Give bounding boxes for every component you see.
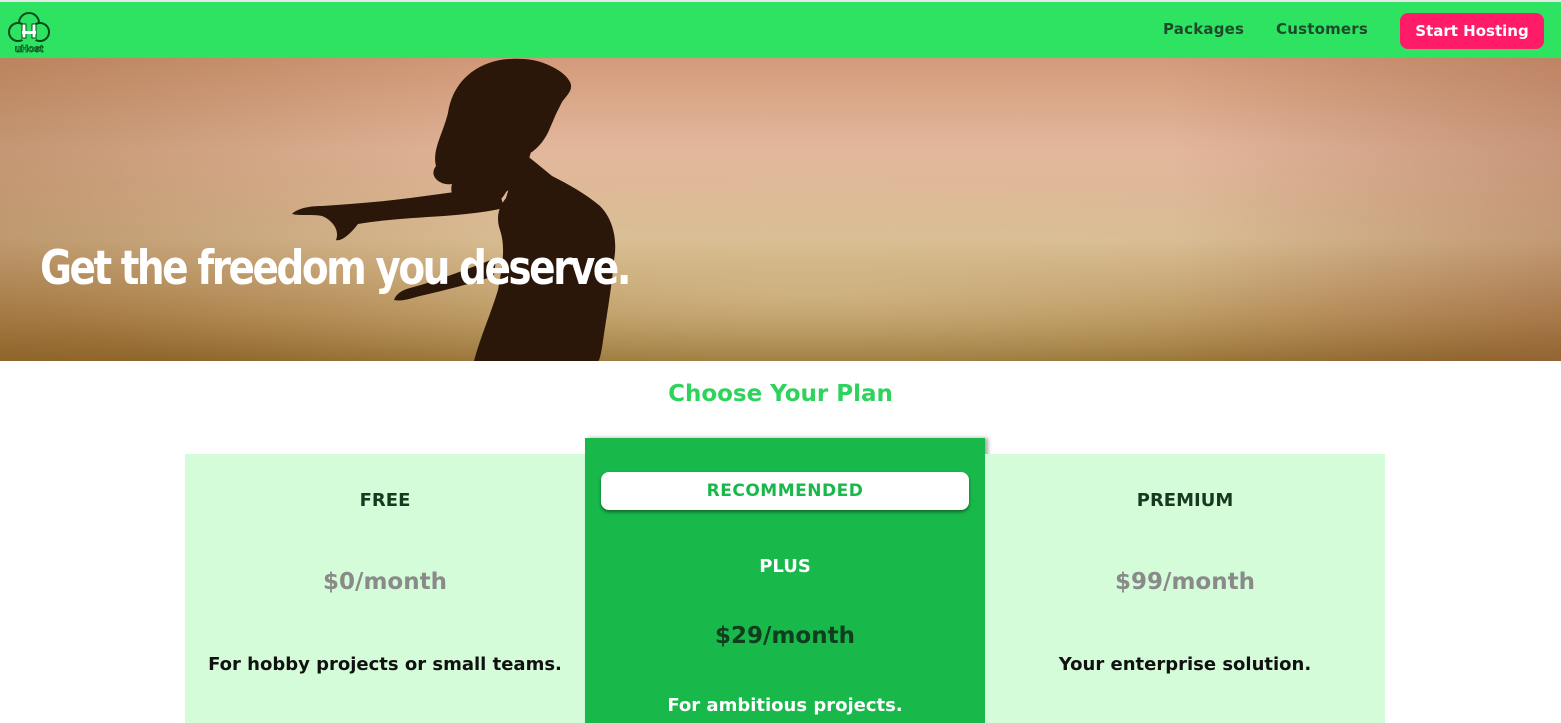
hero-title: Get the freedom you deserve. — [40, 241, 632, 296]
plans-heading: Choose Your Plan — [668, 381, 893, 407]
recommended-badge: RECOMMENDED — [601, 472, 969, 510]
plan-description: Your enterprise solution. — [1058, 654, 1312, 675]
plan-name: PLUS — [759, 556, 811, 577]
hero-banner: Get the freedom you deserve. — [0, 58, 1561, 361]
plan-description: For hobby projects or small teams. — [208, 654, 562, 675]
plan-name: FREE — [359, 490, 411, 511]
uhost-logo[interactable]: uHost — [7, 10, 51, 55]
plan-price: $29/month — [715, 623, 855, 649]
plan-price: $99/month — [1115, 569, 1255, 595]
tree-logo-icon: uHost — [8, 12, 50, 55]
nav-customers-link[interactable]: Customers — [1276, 20, 1368, 38]
plan-price: $0/month — [323, 569, 447, 595]
logo-wordmark: uHost — [15, 44, 44, 54]
woman-silhouette-image — [292, 58, 616, 361]
plan-name: PREMIUM — [1136, 490, 1234, 511]
plan-description: For ambitious projects. — [667, 695, 903, 716]
plan-card-plus[interactable]: RECOMMENDED PLUS $29/month For ambitious… — [585, 438, 985, 723]
plan-card-free[interactable]: FREE $0/month For hobby projects or smal… — [185, 454, 585, 723]
nav-packages-link[interactable]: Packages — [1163, 20, 1244, 38]
main-header: uHost Packages Customers Start Hosting — [0, 2, 1561, 58]
plan-card-premium[interactable]: PREMIUM $99/month Your enterprise soluti… — [985, 454, 1385, 723]
start-hosting-button[interactable]: Start Hosting — [1400, 13, 1544, 49]
